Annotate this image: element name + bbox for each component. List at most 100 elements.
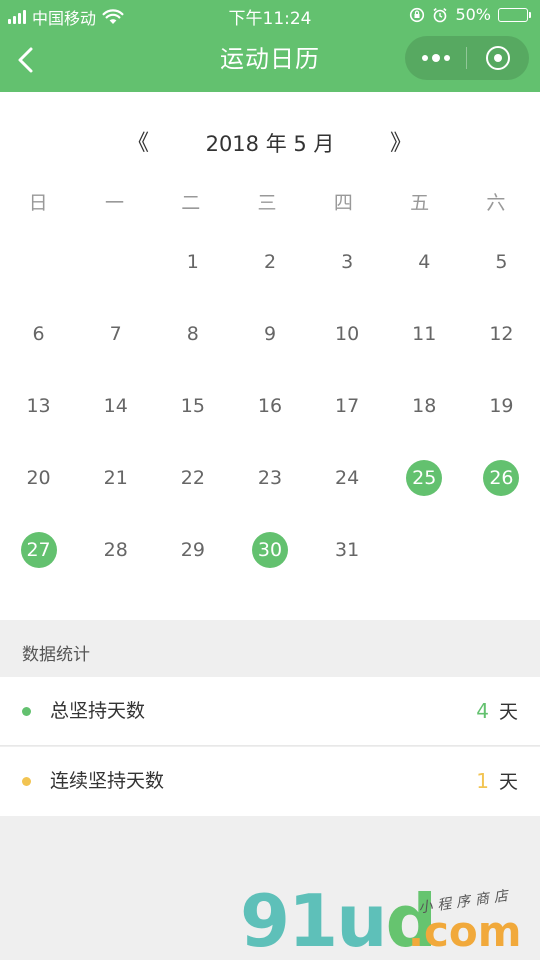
status-right: 50% (409, 5, 531, 24)
next-month-button[interactable]: 》 (381, 124, 421, 164)
weekday-label: 四 (333, 192, 353, 214)
stat-unit: 天 (498, 771, 518, 793)
weekday-label: 一 (104, 192, 124, 214)
orientation-lock-icon (410, 7, 425, 22)
day-grid: 1 2 3 4 5 6 7 8 9 10 11 12 13 14 15 16 17 18 19 20 21 22 23 24 2… (0, 226, 540, 586)
calendar-day[interactable]: 9 (231, 298, 308, 370)
calendar-day[interactable]: 31 (309, 514, 386, 586)
calendar-day[interactable]: 6 (0, 298, 77, 370)
stat-value: 4天 (476, 677, 518, 747)
day-number: 18 (412, 395, 437, 417)
calendar-day[interactable]: 26 (463, 442, 540, 514)
menu-capsule (405, 36, 529, 80)
watermark-main: 91u (240, 879, 387, 960)
stat-value: 1天 (476, 747, 518, 817)
weekday-label: 日 (28, 192, 48, 214)
prev-month-button[interactable]: 《 (118, 124, 158, 164)
calendar-header: 2018 年 5 月 《 》 (0, 124, 540, 164)
day-number: 27 (20, 532, 57, 568)
calendar-day[interactable]: 20 (0, 442, 77, 514)
status-bar: 中国移动 下午11:24 50% (0, 0, 540, 30)
watermark-logo-text: 91ud (240, 885, 437, 957)
empty-day-cell (0, 226, 77, 298)
battery-icon (498, 7, 531, 22)
calendar-day[interactable]: 23 (231, 442, 308, 514)
calendar-day[interactable]: 4 (386, 226, 463, 298)
calendar-day[interactable]: 16 (231, 370, 308, 442)
calendar-day[interactable]: 15 (154, 370, 231, 442)
calendar-day[interactable]: 21 (77, 442, 154, 514)
day-number: 23 (257, 467, 283, 489)
day-number: 16 (257, 395, 283, 417)
stat-total-days: 总坚持天数 4天 (0, 677, 540, 746)
day-number: 21 (103, 467, 128, 489)
calendar-day[interactable]: 5 (463, 226, 540, 298)
calendar-day[interactable]: 2 (231, 226, 308, 298)
stat-label: 总坚持天数 (50, 700, 146, 722)
nav-bar: 运动日历 (0, 30, 540, 92)
day-number: 14 (103, 395, 128, 417)
calendar-day[interactable]: 10 (309, 298, 386, 370)
day-number: 26 (483, 460, 520, 496)
day-number: 13 (26, 395, 51, 417)
day-number: 1 (186, 251, 199, 273)
day-number: 25 (406, 460, 443, 496)
calendar-day[interactable]: 24 (309, 442, 386, 514)
close-button[interactable] (467, 36, 529, 80)
day-number: 30 (251, 532, 288, 568)
calendar-day[interactable]: 8 (154, 298, 231, 370)
calendar-day[interactable]: 19 (463, 370, 540, 442)
calendar-day[interactable]: 1 (154, 226, 231, 298)
day-number: 12 (489, 323, 514, 345)
day-number: 31 (335, 539, 360, 561)
status-dot-icon (22, 777, 31, 786)
weekday-label: 五 (410, 192, 430, 214)
calendar: 2018 年 5 月 《 》 日一二三四五六 1 2 3 4 5 6 7 8 9 10 11 12 13… (0, 92, 540, 620)
calendar-day[interactable]: 3 (309, 226, 386, 298)
calendar-day[interactable]: 11 (386, 298, 463, 370)
day-number: 2 (263, 251, 277, 273)
day-number: 5 (495, 251, 508, 273)
weekday-label: 六 (486, 192, 506, 214)
calendar-day[interactable]: 14 (77, 370, 154, 442)
calendar-day[interactable]: 7 (77, 298, 154, 370)
calendar-day[interactable]: 22 (154, 442, 231, 514)
watermark-com: .com (408, 907, 522, 956)
day-number: 8 (186, 323, 199, 345)
stat-unit: 天 (498, 701, 518, 723)
calendar-day[interactable]: 29 (154, 514, 231, 586)
calendar-day[interactable]: 28 (77, 514, 154, 586)
day-number: 20 (26, 467, 51, 489)
stat-number: 4 (476, 699, 489, 723)
calendar-day[interactable]: 12 (463, 298, 540, 370)
battery-percent: 50% (455, 5, 491, 24)
target-circle-icon (486, 46, 510, 70)
calendar-day[interactable]: 30 (231, 514, 308, 586)
calendar-day[interactable]: 18 (386, 370, 463, 442)
more-button[interactable] (405, 36, 466, 80)
watermark-logo: 91ud 小程序商店 .com (240, 885, 530, 960)
calendar-day[interactable]: 25 (386, 442, 463, 514)
day-number: 22 (180, 467, 205, 489)
calendar-day[interactable]: 17 (309, 370, 386, 442)
day-number: 28 (103, 539, 128, 561)
stat-streak-days: 连续坚持天数 1天 (0, 747, 540, 816)
stat-number: 1 (476, 769, 489, 793)
day-number: 9 (263, 323, 277, 345)
day-number: 29 (180, 539, 205, 561)
day-number: 11 (412, 323, 437, 345)
day-number: 4 (418, 251, 431, 273)
day-number: 7 (109, 323, 122, 345)
empty-day-cell (77, 226, 154, 298)
weekday-label: 三 (257, 192, 277, 214)
calendar-day[interactable]: 27 (0, 514, 77, 586)
day-number: 15 (180, 395, 205, 417)
alarm-icon (433, 7, 447, 22)
calendar-day[interactable]: 13 (0, 370, 77, 442)
day-number: 17 (335, 395, 360, 417)
status-dot-icon (22, 707, 31, 716)
day-number: 10 (335, 323, 360, 345)
month-label: 2018 年 5 月 (205, 132, 335, 156)
day-number: 19 (489, 395, 514, 417)
stat-label: 连续坚持天数 (50, 770, 165, 792)
